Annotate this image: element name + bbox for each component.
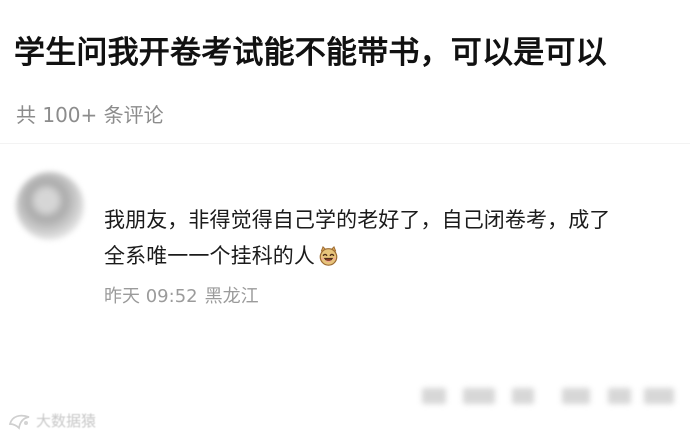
watermark: 大数据猿: [8, 410, 96, 432]
laughing-face-emoji-icon: [317, 245, 340, 267]
post-title: 学生问我开卷考试能不能带书，可以是可以: [14, 35, 607, 71]
blurred-action-block: [608, 388, 631, 404]
comment-text-line: 全系唯一一个挂科的人: [104, 238, 679, 274]
comment-count[interactable]: 共 100+ 条评论: [16, 101, 164, 129]
watermark-logo-icon: [8, 412, 32, 430]
comment-text-line: 我朋友，非得觉得自己学的老好了，自己闭卷考，成了: [104, 208, 611, 232]
blurred-footer-actions: [420, 383, 680, 407]
comment-text-fragment: 全系唯一一个挂科的人: [104, 244, 315, 268]
comment-time: 昨天 09:52: [104, 286, 198, 307]
blurred-action-block: [422, 388, 446, 404]
weibo-comment-screenshot: 学生问我开卷考试能不能带书，可以是可以 共 100+ 条评论 我朋友，非得觉得自…: [0, 0, 690, 436]
watermark-text: 大数据猿: [36, 412, 97, 430]
comment-meta: 昨天 09:52 黑龙江: [104, 285, 259, 309]
blurred-action-block: [512, 388, 534, 404]
section-divider: [0, 143, 690, 144]
blurred-action-block: [463, 388, 495, 404]
comment-text: 我朋友，非得觉得自己学的老好了，自己闭卷考，成了 全系唯一一个挂科的人: [104, 202, 679, 274]
blurred-action-block: [644, 388, 674, 404]
comment-item: 我朋友，非得觉得自己学的老好了，自己闭卷考，成了 全系唯一一个挂科的人 昨天 0…: [0, 150, 690, 320]
comment-location: 黑龙江: [204, 286, 259, 307]
blurred-action-block: [562, 388, 590, 404]
avatar[interactable]: [16, 172, 84, 240]
